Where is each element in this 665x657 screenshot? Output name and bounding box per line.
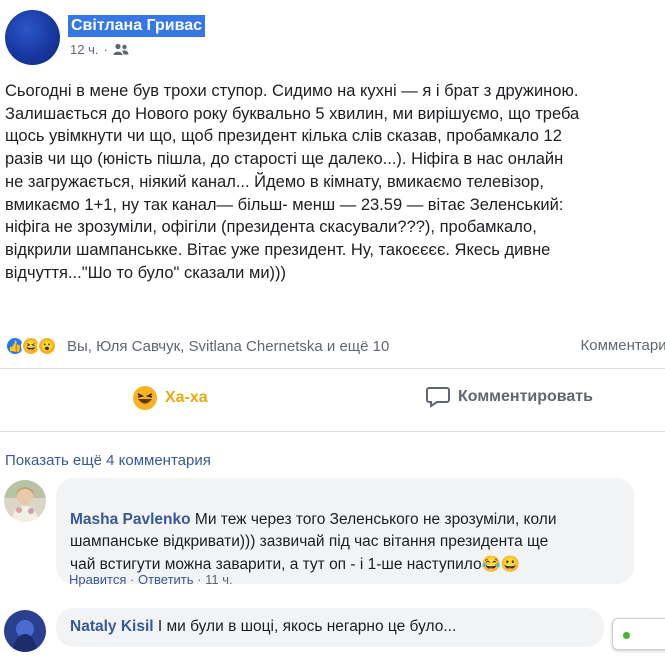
comment-button[interactable]: Комментировать [426, 386, 593, 408]
post-actions: Ха-ха Комментировать [0, 380, 665, 424]
meta-separator: · [103, 42, 108, 57]
haha-emoji-icon [133, 386, 157, 410]
post-time[interactable]: 12 ч. [70, 42, 98, 57]
comments-link[interactable]: Комментарии [581, 337, 665, 354]
comment-bubble: Nataly Kisil І ми були в шоці, якось нег… [56, 608, 604, 647]
post-meta: 12 ч. · [70, 42, 129, 57]
comment-reply-link[interactable]: Ответить [138, 572, 194, 587]
author-avatar[interactable] [5, 10, 60, 65]
reactions-bar[interactable]: 👍 😆 😮 Вы, Юля Савчук, Svitlana Chernetsk… [5, 334, 665, 358]
comment-text: І ми були в шоці, якось негарно це було.… [157, 618, 457, 635]
commenter-avatar[interactable] [4, 610, 46, 652]
post-header: Світлана Гривас 12 ч. · [0, 0, 665, 70]
comment-actions: Нравится · Ответить · 11 ч. [69, 572, 233, 587]
comment-time[interactable]: 11 ч. [205, 572, 233, 587]
divider [0, 431, 665, 432]
divider [0, 368, 665, 369]
reaction-icons[interactable]: 👍 😆 😮 [5, 336, 57, 356]
friends-icon[interactable] [113, 43, 129, 56]
haha-button[interactable]: Ха-ха [133, 386, 208, 410]
wow-icon: 😮 [37, 336, 57, 356]
comment-like-link[interactable]: Нравится [69, 572, 126, 587]
comment-bubble: Masha Pavlenko Ми теж через того Зеленсь… [56, 478, 634, 584]
post-author[interactable]: Світлана Гривас [68, 15, 206, 37]
show-more-comments-link[interactable]: Показать ещё 4 комментария [5, 452, 211, 469]
haha-label: Ха-ха [165, 389, 208, 406]
online-indicator [623, 632, 630, 639]
reaction-names[interactable]: Вы, Юля Савчук, Svitlana Chernetska и ещ… [67, 338, 389, 355]
comment-author[interactable]: Masha Pavlenko [70, 511, 191, 528]
commenter-avatar[interactable] [4, 480, 46, 522]
comment-author[interactable]: Nataly Kisil [70, 618, 154, 635]
comment-icon [426, 387, 450, 408]
comment-label: Комментировать [458, 388, 593, 405]
post-text: Сьогодні в мене був трохи ступор. Сидимо… [5, 82, 580, 282]
chat-online-pill[interactable] [612, 618, 665, 650]
